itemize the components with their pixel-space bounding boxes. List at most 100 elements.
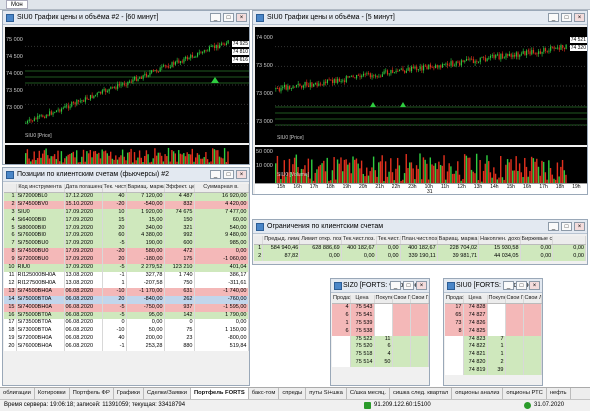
table-row[interactable]: 3 SIU0 17.09.2020 10 1 920,00 74 675 7 477,00 — [4, 208, 249, 217]
col-header[interactable] — [552, 236, 586, 245]
ask-row[interactable]: 4 75 543 — [332, 303, 429, 312]
col-header[interactable]: Лимит откр. поз. — [299, 236, 342, 245]
maximize-icon[interactable]: □ — [516, 281, 527, 290]
price-chart-60min[interactable]: 75 000 74 500 74 000 73 500 73 000 74 92… — [5, 27, 249, 143]
close-icon[interactable]: × — [574, 222, 585, 231]
tab-6[interactable]: бакс-том — [249, 388, 280, 399]
bid-row[interactable]: 74 820 2 — [445, 359, 542, 368]
col-header[interactable] — [254, 236, 264, 245]
table-row[interactable]: 1 584 940,46 628 886,69 400 182,67 0,00 400 1… — [254, 244, 586, 253]
table-row[interactable]: 2 Si74500BV0 15.10.2020 -20 -540,00 832 4 420,… — [4, 200, 249, 209]
col-header[interactable]: Покупка — [374, 295, 393, 304]
table-row[interactable]: 10 RIU0 17.09.2020 -5 2 279,52 123 210 401,04 — [4, 264, 249, 272]
table-row[interactable]: 20 Si76000BH0A 06.08.2020 -1 253,28 880 519,84 — [4, 343, 249, 352]
tab-mon[interactable]: Мон — [6, 0, 28, 9]
quotes-siu0-title[interactable]: SIU0 [FORTS: Фьючерсы] _ □ × — [444, 279, 542, 293]
col-header[interactable]: Эффект. цена — [164, 184, 195, 193]
col-header[interactable]: Тек.чист.поз. — [341, 236, 377, 245]
tab-10[interactable]: сишка след. квартал — [390, 388, 453, 399]
col-header[interactable]: Покупка — [487, 295, 506, 304]
tab-4[interactable]: Сделки/Заявки — [144, 388, 191, 399]
table-row[interactable]: 12 RI127500BH0A 13.08.2020 1 -207,58 750 -311,… — [4, 279, 249, 288]
close-icon[interactable]: × — [236, 13, 247, 22]
col-header[interactable]: Свои П — [392, 295, 411, 304]
maximize-icon[interactable]: □ — [223, 170, 234, 179]
bid-row[interactable]: 74 819 39 — [445, 367, 542, 376]
maximize-icon[interactable]: □ — [561, 222, 572, 231]
table-row[interactable]: 1 Si72000BL0 17.12.2020 40 7 120,00 4 487 16 9… — [4, 192, 249, 201]
col-header[interactable]: Накоплен. доход — [478, 236, 521, 245]
minimize-icon[interactable]: _ — [503, 281, 514, 290]
col-header[interactable]: Тек.чист.поз. (пр.) — [376, 236, 401, 245]
tab-1[interactable]: Котировки — [35, 388, 70, 399]
close-icon[interactable]: × — [416, 281, 427, 290]
tab-11[interactable]: опционы анализ — [452, 388, 504, 399]
col-header[interactable] — [4, 184, 17, 193]
col-header[interactable]: Суммарная в. — [194, 184, 249, 193]
col-header[interactable]: Цена — [463, 295, 488, 304]
positions-window-title[interactable]: Позиции по клиентским счетам (фьючерсы) … — [3, 168, 249, 182]
col-header[interactable]: Свои Л — [523, 295, 542, 304]
ask-row[interactable]: 17 74 828 — [445, 303, 542, 312]
price-chart-5min[interactable]: 74 000 73 500 73 000 73 000 74 521 74 32… — [255, 27, 587, 145]
table-row[interactable]: 5 Si80000BI0 17.09.2020 20 340,00 321 540,00 — [4, 224, 249, 233]
tab-5[interactable]: Портфель FORTS — [190, 388, 249, 399]
tab-8[interactable]: путы Si+шка — [306, 388, 347, 399]
col-header[interactable]: Свои П — [505, 295, 524, 304]
table-row[interactable]: 8 Si74500BU0 17.09.2020 -20 580,00 472 0,00 — [4, 248, 249, 257]
tab-12[interactable]: опционы РТС — [503, 388, 547, 399]
col-header[interactable]: Тек. чист.поз. — [102, 184, 127, 193]
minimize-icon[interactable]: _ — [390, 281, 401, 290]
table-row[interactable]: 17 Si73500BT0A 06.08.2020 0 0,00 0 0,00 — [4, 319, 249, 328]
maximize-icon[interactable]: □ — [403, 281, 414, 290]
tab-13[interactable]: нефть — [547, 388, 571, 399]
minimize-icon[interactable]: _ — [210, 170, 221, 179]
bid-row[interactable]: 74 823 7 — [445, 335, 542, 344]
minimize-icon[interactable]: _ — [210, 13, 221, 22]
tab-9[interactable]: С/шка месяц. — [347, 388, 390, 399]
table-row[interactable]: 16 Si75000BT0A 06.08.2020 -5 95,00 142 1 790,0… — [4, 311, 249, 320]
ask-row[interactable]: 6 75 538 — [332, 327, 429, 336]
limits-window-title[interactable]: Ограничения по клиентским счетам _ □ × — [253, 220, 587, 234]
col-header[interactable]: План.чист.поз. — [400, 236, 438, 245]
chart-window-60min-title[interactable]: SIU0 График цены и объёма #2 - [60 минут… — [3, 11, 249, 25]
close-icon[interactable]: × — [529, 281, 540, 290]
bid-row[interactable]: 74 822 1 — [445, 343, 542, 352]
col-header[interactable]: Вариац. маржа — [126, 184, 165, 193]
tab-0[interactable]: облигации — [0, 388, 35, 399]
table-row[interactable]: 11 RI125000BH0A 13.08.2020 -1 327,78 1 740 386… — [4, 271, 249, 280]
table-row[interactable]: 13 Si74500BH0A 06.08.2020 -10 -1 170,00 631 -1… — [4, 287, 249, 296]
table-row[interactable]: 7 Si75000BU0 17.09.2020 -5 190,00 600 985,00 — [4, 240, 249, 249]
table-row[interactable]: 14 Si75000BT0A 06.08.2020 20 -840,00 262 -760,… — [4, 295, 249, 304]
table-row[interactable]: 9 Si72000BU0 17.09.2020 20 -180,00 175 -1 060,… — [4, 256, 249, 265]
bid-row[interactable]: 75 514 50 — [332, 359, 429, 368]
close-icon[interactable]: × — [236, 170, 247, 179]
tab-2[interactable]: Портфель ФР — [70, 388, 114, 399]
close-icon[interactable]: × — [574, 13, 585, 22]
table-row[interactable]: 19 Si72000BH0A 06.08.2020 40 200,00 23 -800,00 — [4, 335, 249, 344]
chart-window-5min-title[interactable]: SIU0 График цены и объёма - [5 минут] _ □… — [253, 11, 587, 25]
tab-7[interactable]: спреды — [279, 388, 307, 399]
minimize-icon[interactable]: _ — [548, 222, 559, 231]
tab-3[interactable]: Графики — [114, 388, 144, 399]
table-row[interactable]: 6 Si76000BI0 17.09.2020 60 4 380,00 992 9 480,… — [4, 232, 249, 241]
bid-row[interactable]: 75 520 6 — [332, 343, 429, 352]
col-header[interactable]: Предыд. лимит — [262, 236, 301, 245]
ask-row[interactable]: 73 74 826 — [445, 319, 542, 328]
col-header[interactable]: Продажа — [445, 295, 464, 304]
table-row[interactable]: 18 Si73000BT0A 06.08.2020 -10 50,00 75 1 150,0… — [4, 327, 249, 336]
ask-row[interactable]: 6 75 541 — [332, 311, 429, 320]
ask-row[interactable]: 1 75 539 — [332, 319, 429, 328]
col-header[interactable]: Биржевые сборы — [520, 236, 554, 245]
table-row[interactable]: 15 Si74000BH0A 06.08.2020 -5 -750,00 937 -1 59… — [4, 303, 249, 312]
bid-row[interactable]: 74 821 1 — [445, 351, 542, 360]
col-header[interactable]: Продажа — [332, 295, 351, 304]
ask-row[interactable]: 8 74 825 — [445, 327, 542, 336]
table-row[interactable]: 2 87,82 0,00 0,00 0,00 339 190,11 39 981,71 44 … — [254, 252, 586, 261]
maximize-icon[interactable]: □ — [223, 13, 234, 22]
table-row[interactable]: 4 Si64000BI0 17.09.2020 15 15,00 150 60,00 — [4, 216, 249, 225]
col-header[interactable]: Код инструмента — [16, 184, 65, 193]
col-header[interactable]: Вариац. маржа — [437, 236, 480, 245]
maximize-icon[interactable]: □ — [561, 13, 572, 22]
col-header[interactable]: Дата погашения — [64, 184, 103, 193]
